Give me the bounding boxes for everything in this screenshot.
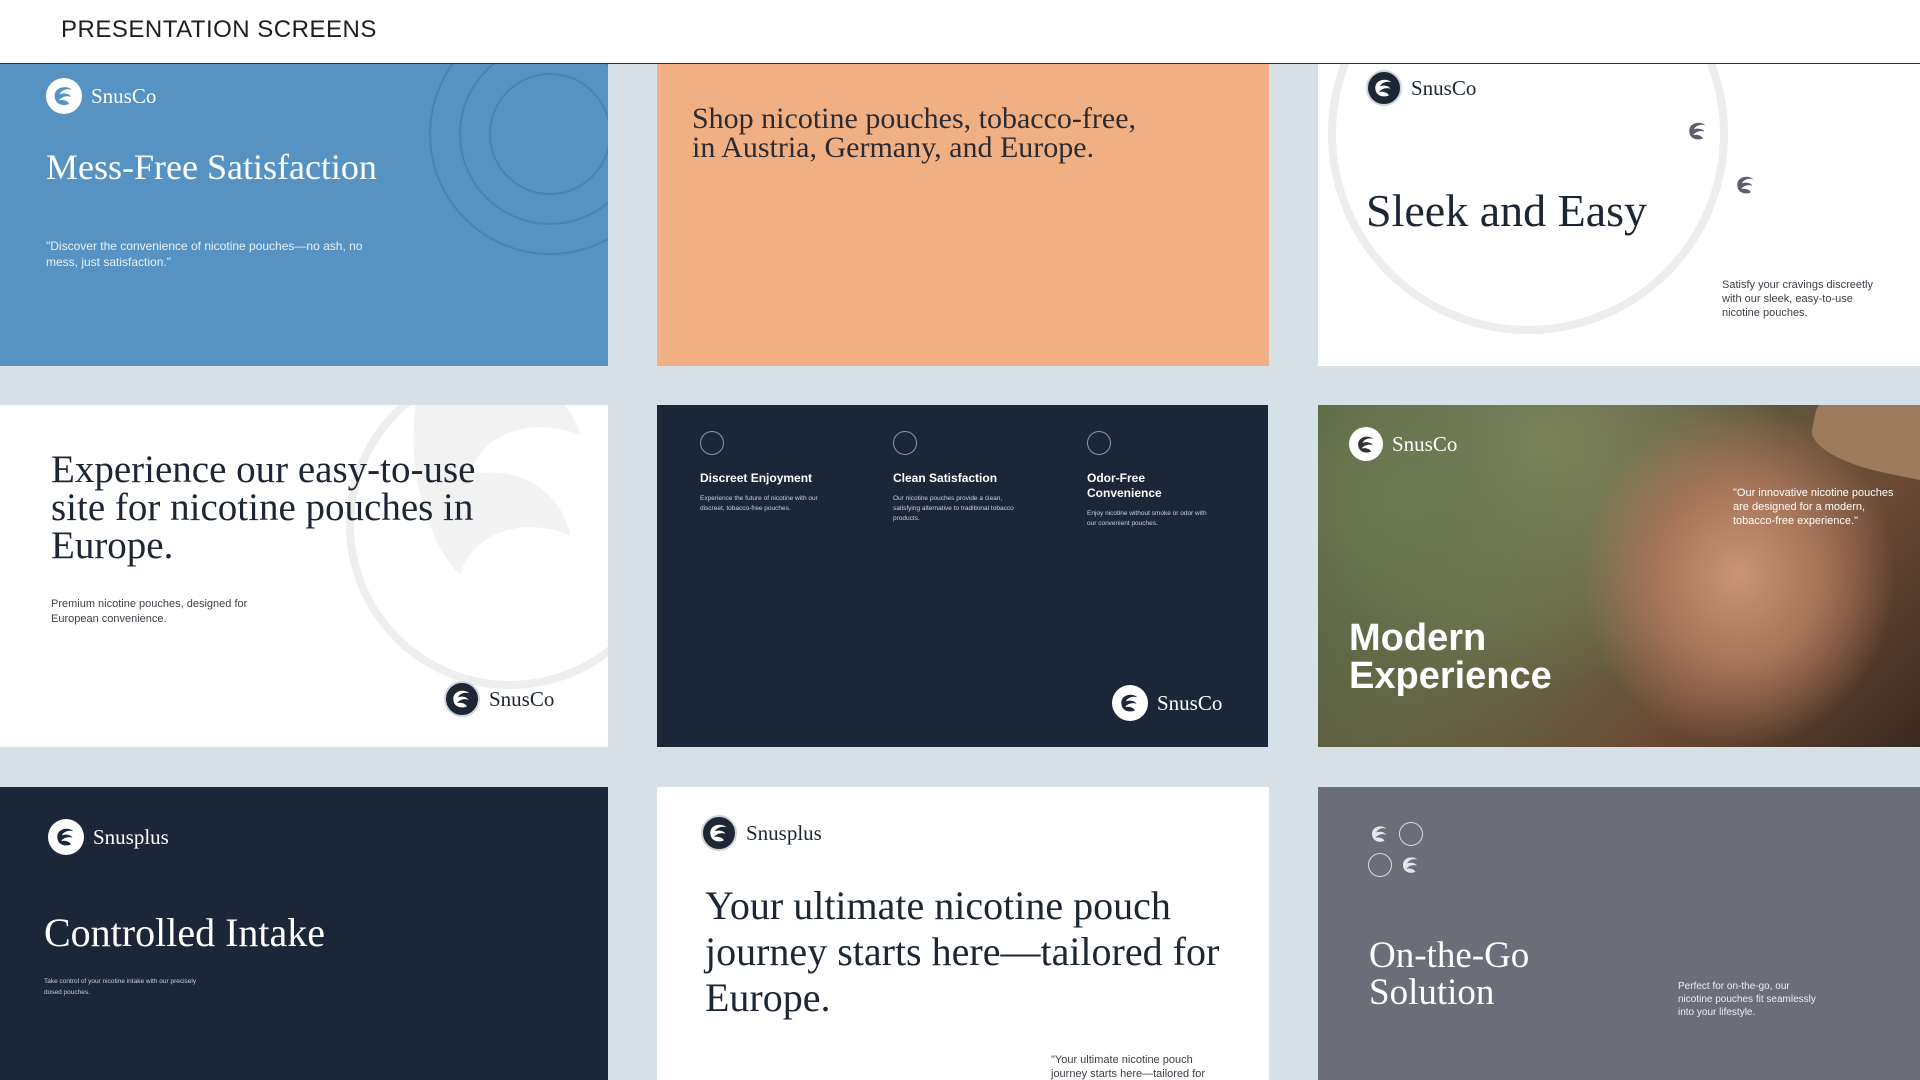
slide-sleek[interactable]: SnusCo Sleek and Easy Satisfy your cravi… [1318,64,1920,366]
slide-body: Perfect for on-the-go, our nicotine pouc… [1678,981,1816,1018]
slide-body: Take control of your nicotine intake wit… [44,978,197,996]
brand-name: SnusCo [1392,431,1458,456]
slide-modern-photo[interactable]: SnusCo "Our innovative nicotine pouches … [1318,405,1920,747]
slide-headline: Controlled Intake [44,910,326,955]
circle-icon [1368,853,1392,877]
swirl-logo-icon [1349,427,1383,461]
slide-on-the-go[interactable]: On-the-Go Solution Perfect for on-the-go… [1318,787,1920,1080]
swirl-logo-icon [48,819,84,855]
slide-journey[interactable]: Snusplus Your ultimate nicotine pouch jo… [657,787,1269,1080]
brand-logo: SnusCo [1112,685,1222,721]
swirl-logo-icon [701,815,737,851]
slide-headline: Sleek and Easy [1366,185,1648,236]
feature-title: Discreet Enjoyment [700,471,813,485]
feature-column: Discreet Enjoyment Experience the future… [700,431,830,514]
circle-icon [1399,822,1423,846]
feature-desc: Experience the future of nicotine with o… [700,495,818,512]
slide-headline: On-the-Go Solution [1369,935,1530,1013]
slide-headline: Modern Experience [1349,617,1552,697]
swirl-logo-icon [444,681,480,717]
brand-name: SnusCo [489,686,555,711]
decorative-rings [429,64,608,255]
feature-desc: Our nicotine pouches provide a clean, sa… [893,495,1014,522]
swirl-logo-icon [1112,685,1148,721]
circle-icon [700,431,724,455]
brand-logo: SnusCo [46,78,156,114]
brand-name: Snusplus [93,824,169,849]
page-title: PRESENTATION SCREENS [61,16,377,43]
brand-name: SnusCo [1411,75,1477,100]
slide-body: Satisfy your cravings discreetly with ou… [1722,279,1873,319]
slide-mess-free[interactable]: SnusCo Mess-Free Satisfaction "Discover … [0,64,608,366]
slide-experience-site[interactable]: Experience our easy-to-use site for nico… [0,405,608,747]
slide-headline: Experience our easy-to-use site for nico… [51,448,476,567]
brand-logo: Snusplus [48,819,169,855]
slide-headline: Shop nicotine pouches, tobacco-free, in … [692,102,1137,164]
swirl-icon [1399,853,1423,877]
swirl-logo-icon [1366,70,1402,106]
swirl-icon [1733,172,1759,198]
feature-title: Clean Satisfaction [893,471,998,485]
brand-name: Snusplus [746,820,822,845]
slide-quote: "Our innovative nicotine pouches are des… [1733,487,1894,527]
brand-logo: SnusCo [1366,70,1476,106]
slide-shop[interactable]: Shop nicotine pouches, tobacco-free, in … [657,64,1269,366]
slide-headline: Mess-Free Satisfaction [46,147,377,187]
swirl-logo-icon [46,78,82,114]
circle-icon [893,431,917,455]
feature-desc: Enjoy nicotine without smoke or odor wit… [1087,510,1207,527]
brand-name: SnusCo [1157,690,1223,715]
swirl-icon [1685,118,1711,144]
brand-logo: SnusCo [444,681,554,717]
feature-title: Odor-Free Convenience [1087,471,1162,500]
slide-quote: "Your ultimate nicotine pouch journey st… [1051,1054,1206,1080]
slide-controlled-intake[interactable]: Snusplus Controlled Intake Take control … [0,787,608,1080]
slide-body: "Discover the convenience of nicotine po… [46,239,363,269]
slide-body: Premium nicotine pouches, designed for E… [51,598,248,625]
brand-logo: Snusplus [701,815,822,851]
slide-features[interactable]: Discreet Enjoyment Experience the future… [657,405,1268,747]
swirl-icon [1368,822,1392,846]
slide-headline: Your ultimate nicotine pouch journey sta… [705,883,1220,1020]
page-header: PRESENTATION SCREENS [0,0,1920,64]
brand-logo: SnusCo [1349,427,1457,461]
feature-column: Odor-Free Convenience Enjoy nicotine wit… [1087,431,1217,529]
feature-column: Clean Satisfaction Our nicotine pouches … [893,431,1023,524]
brand-name: SnusCo [91,83,157,108]
circle-icon [1087,431,1111,455]
